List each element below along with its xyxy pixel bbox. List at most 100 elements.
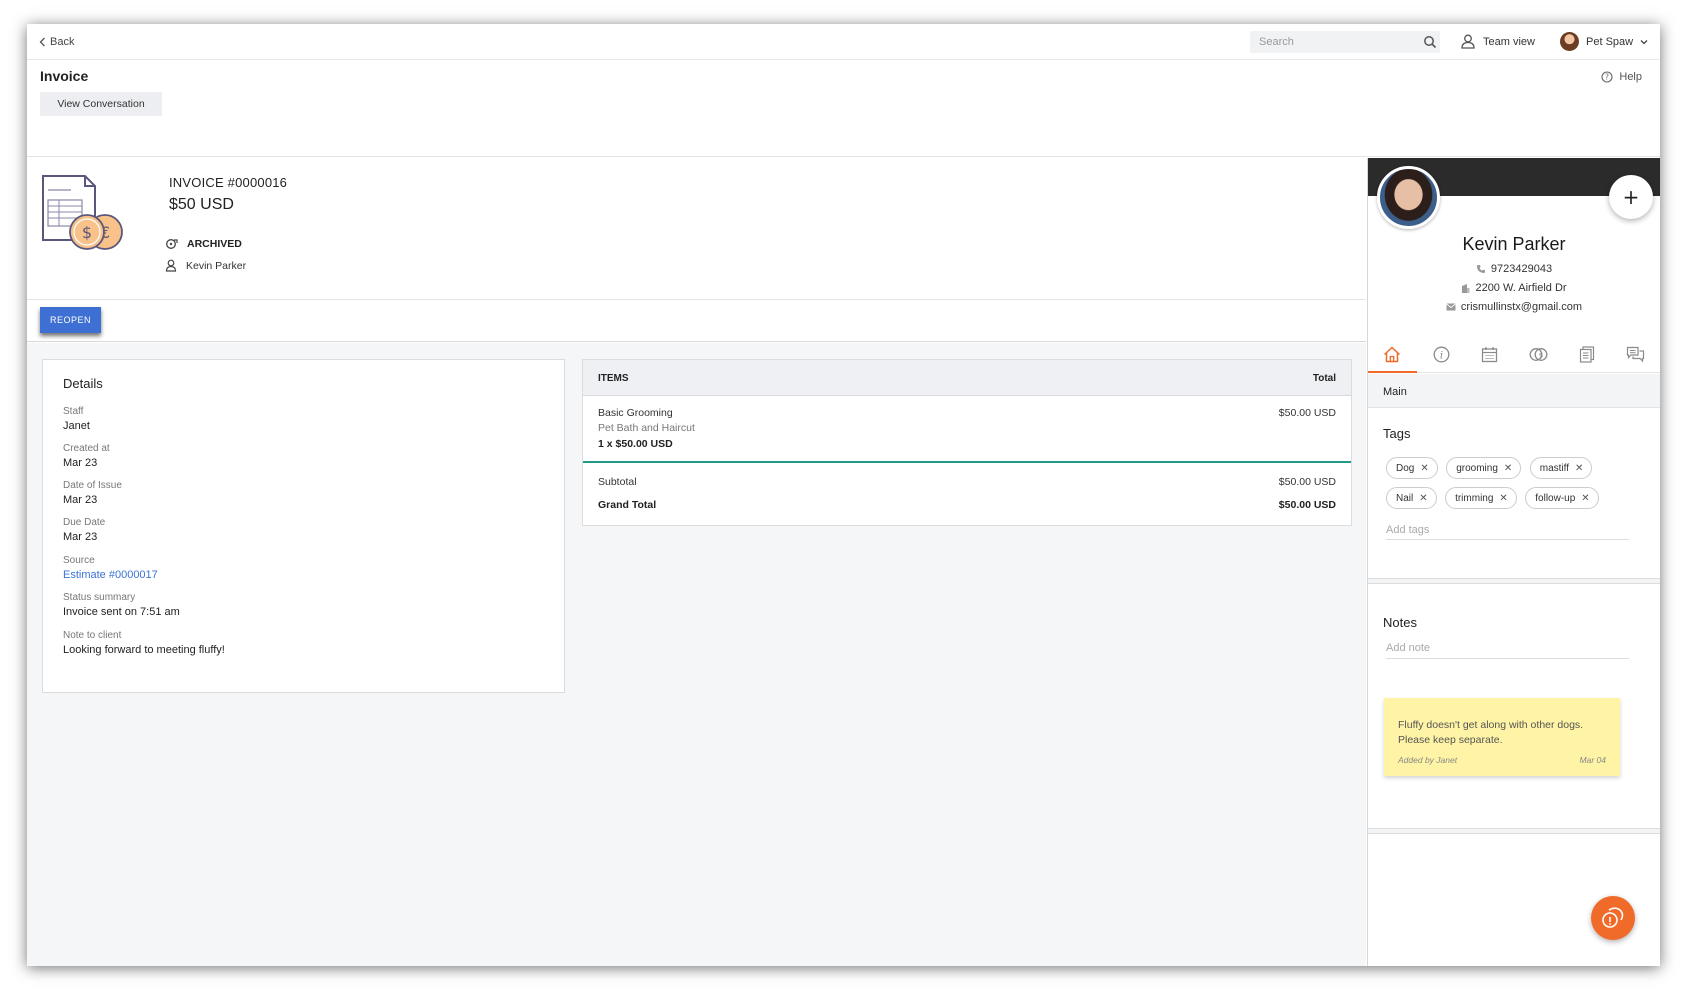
app-window: Back Team view Pet Spaw Invoice ? Help V… — [27, 24, 1660, 966]
remove-tag-icon[interactable]: ✕ — [1499, 493, 1507, 504]
tab-info[interactable]: i — [1417, 337, 1466, 372]
add-button[interactable]: + — [1609, 175, 1653, 219]
search-input[interactable] — [1250, 31, 1440, 53]
section-main: Main — [1368, 374, 1660, 408]
notes-title: Notes — [1383, 615, 1417, 630]
invoice-summary: € $ INVOICE #0000016 $50 USD ARCHIVED Ke… — [27, 158, 1366, 300]
tag-list: Dog ✕ grooming ✕ mastiff ✕ Nail ✕ trimming ✕ … — [1386, 457, 1646, 517]
tag-chip: Nail ✕ — [1386, 487, 1437, 509]
team-view-button[interactable]: Team view — [1461, 34, 1535, 49]
team-view-label: Team view — [1483, 35, 1535, 48]
svg-text:i: i — [1439, 351, 1442, 362]
view-conversation-button[interactable]: View Conversation — [40, 92, 162, 116]
detail-value-note: Looking forward to meeting fluffy! — [63, 644, 225, 656]
detail-label: Due Date — [63, 517, 106, 528]
page-header: Invoice ? Help View Conversation — [27, 60, 1660, 157]
back-label: Back — [50, 36, 75, 48]
back-button[interactable]: Back — [39, 36, 74, 48]
invoice-illustration: € $ — [42, 175, 123, 250]
svg-text:?: ? — [1605, 73, 1609, 82]
section-main-label: Main — [1383, 386, 1407, 398]
page-title: Invoice — [40, 68, 89, 84]
coins-icon: $ — [1529, 348, 1548, 361]
table-row: Basic Grooming Pet Bath and Haircut 1 x … — [583, 396, 1351, 463]
note-card[interactable]: Fluffy doesn't get along with other dogs… — [1384, 698, 1620, 776]
remove-tag-icon[interactable]: ✕ — [1419, 493, 1427, 504]
tab-conversations[interactable] — [1611, 337, 1660, 372]
detail-value-staff: Janet — [63, 420, 90, 432]
tag-label: grooming — [1456, 462, 1498, 474]
contact-address: 2200 W. Airfield Dr — [1368, 282, 1660, 294]
chevron-down-icon — [1640, 39, 1648, 44]
item-quantity: 1 x $50.00 USD — [598, 438, 673, 450]
contact-panel: + Kevin Parker 9723429043 2200 W. Airfie… — [1367, 158, 1660, 966]
contact-address-text: 2200 W. Airfield Dr — [1475, 282, 1567, 294]
user-avatar — [1560, 32, 1579, 51]
subtotal-value: $50.00 USD — [1278, 476, 1336, 488]
invoice-number: INVOICE #0000016 — [169, 175, 288, 190]
home-icon — [1384, 346, 1401, 363]
contact-avatar — [1377, 166, 1440, 229]
contact-tabs: i $ — [1368, 337, 1660, 373]
item-description: Pet Bath and Haircut — [598, 422, 695, 434]
tab-calendar[interactable] — [1465, 337, 1514, 372]
remove-tag-icon[interactable]: ✕ — [1420, 463, 1428, 474]
user-icon — [165, 259, 177, 272]
chat-widget-button[interactable] — [1591, 896, 1635, 940]
grand-total-label: Grand Total — [598, 499, 657, 511]
chat-icon — [1627, 346, 1645, 363]
user-icon — [1461, 34, 1475, 49]
tag-label: Dog — [1396, 462, 1415, 474]
tag-label: trimming — [1455, 492, 1494, 504]
details-card: Details Staff Janet Created at Mar 23 Da… — [42, 359, 565, 693]
contact-phone: 9723429043 — [1368, 263, 1660, 275]
tag-chip: grooming ✕ — [1446, 457, 1522, 479]
note-date: Mar 04 — [1579, 755, 1606, 765]
reopen-button[interactable]: REOPEN — [40, 307, 101, 333]
svg-text:$: $ — [1539, 352, 1543, 360]
detail-value-created: Mar 23 — [63, 457, 98, 469]
help-button[interactable]: ? Help — [1601, 71, 1642, 83]
subtotal-label: Subtotal — [598, 476, 637, 488]
tag-label: follow-up — [1535, 492, 1576, 504]
user-name: Pet Spaw — [1586, 35, 1634, 48]
item-name: Basic Grooming — [598, 407, 673, 419]
add-tags-input[interactable] — [1386, 520, 1629, 540]
top-bar: Back Team view Pet Spaw — [27, 24, 1660, 60]
invoice-client: Kevin Parker — [165, 259, 246, 272]
tab-home[interactable] — [1368, 337, 1417, 373]
detail-label: Status summary — [63, 592, 136, 603]
items-column-header: ITEMS — [598, 373, 629, 384]
detail-label: Date of Issue — [63, 480, 122, 491]
total-column-header: Total — [1312, 373, 1336, 384]
document-icon — [1579, 346, 1595, 363]
contact-email-text: crismullinstx@gmail.com — [1460, 301, 1583, 313]
chat-bubble-icon — [1602, 907, 1624, 928]
tab-documents[interactable] — [1563, 337, 1612, 372]
tags-title: Tags — [1383, 426, 1411, 441]
grand-total-value: $50.00 USD — [1278, 499, 1336, 511]
remove-tag-icon[interactable]: ✕ — [1575, 463, 1583, 474]
detail-label: Source — [63, 555, 95, 566]
contact-phone-text: 9723429043 — [1490, 263, 1553, 275]
detail-value-due-date: Mar 23 — [63, 531, 98, 543]
action-bar: REOPEN — [27, 300, 1366, 342]
remove-tag-icon[interactable]: ✕ — [1581, 493, 1589, 504]
panel-divider — [1368, 578, 1660, 584]
items-card: ITEMS Total Basic Grooming Pet Bath and … — [582, 359, 1352, 526]
archive-icon — [166, 239, 178, 249]
user-menu[interactable]: Pet Spaw — [1560, 32, 1648, 51]
item-price: $50.00 USD — [1278, 407, 1336, 419]
add-note-input[interactable] — [1386, 637, 1629, 659]
detail-label: Note to client — [63, 630, 122, 641]
content-area: Details Staff Janet Created at Mar 23 Da… — [27, 343, 1366, 966]
building-icon — [1462, 284, 1470, 293]
tab-payments[interactable]: $ — [1514, 337, 1563, 372]
calendar-icon — [1482, 347, 1498, 363]
detail-label: Created at — [63, 443, 110, 454]
source-estimate-link[interactable]: Estimate #0000017 — [63, 569, 158, 581]
detail-value-issue-date: Mar 23 — [63, 494, 98, 506]
remove-tag-icon[interactable]: ✕ — [1504, 463, 1512, 474]
search-icon[interactable] — [1423, 35, 1437, 49]
note-text: Fluffy doesn't get along with other dogs… — [1398, 719, 1584, 746]
